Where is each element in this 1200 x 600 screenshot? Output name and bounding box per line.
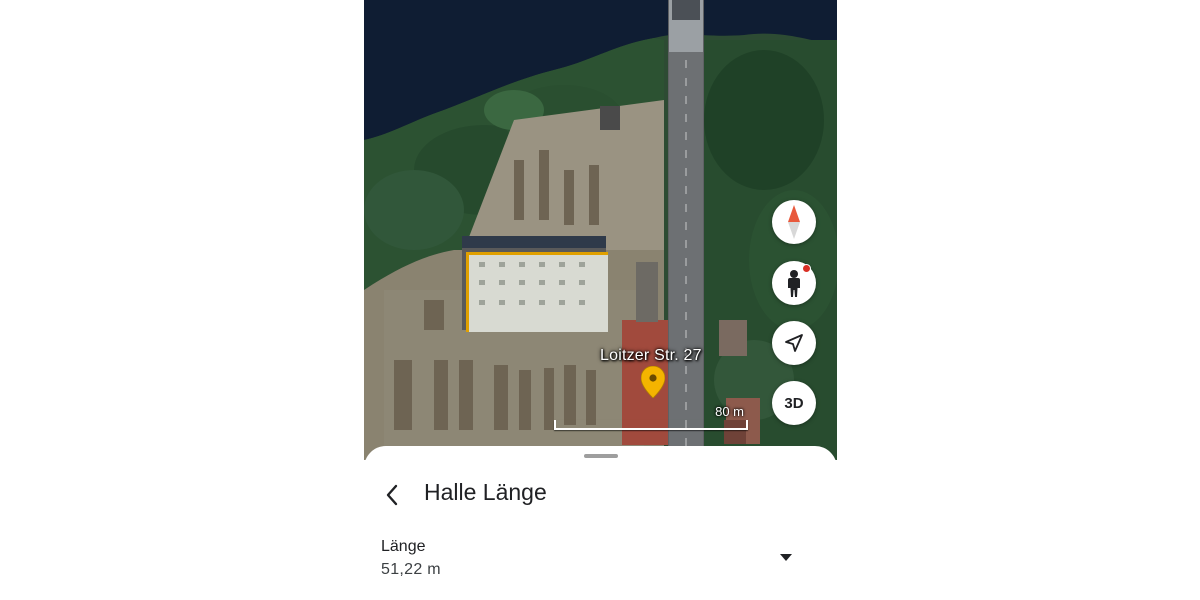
my-location-button[interactable]: [772, 321, 816, 365]
compass-button[interactable]: [772, 200, 816, 244]
scale-bar: 80 m: [554, 404, 750, 430]
sheet-title: Halle Länge: [424, 479, 547, 505]
location-pin-icon[interactable]: [640, 365, 666, 399]
drag-handle[interactable]: [584, 454, 618, 458]
street-view-button[interactable]: [772, 261, 816, 305]
measurement-label: Länge: [381, 538, 426, 555]
address-label[interactable]: Loitzer Str. 27: [600, 347, 702, 365]
satellite-imagery: [364, 0, 837, 460]
compass-icon: [788, 205, 800, 239]
scale-label: 80 m: [715, 404, 744, 419]
navigation-arrow-icon: [785, 334, 803, 352]
measurement-value: 51,22 m: [381, 561, 441, 578]
back-button[interactable]: [376, 479, 408, 511]
triangle-down-icon: [780, 553, 792, 561]
measurement-row[interactable]: Länge 51,22 m: [381, 538, 441, 579]
phone-screen: Loitzer Str. 27 80 m 3D Halle Länge Läng…: [364, 0, 837, 600]
3d-toggle-button[interactable]: 3D: [772, 381, 816, 425]
pegman-icon: [788, 270, 800, 297]
bottom-sheet: Halle Länge Länge 51,22 m: [364, 446, 837, 600]
chevron-left-icon: [386, 484, 398, 506]
scale-bar-line: [554, 420, 748, 430]
notification-dot: [802, 264, 811, 273]
unit-dropdown-button[interactable]: [776, 549, 796, 565]
satellite-map[interactable]: Loitzer Str. 27 80 m 3D: [364, 0, 837, 460]
